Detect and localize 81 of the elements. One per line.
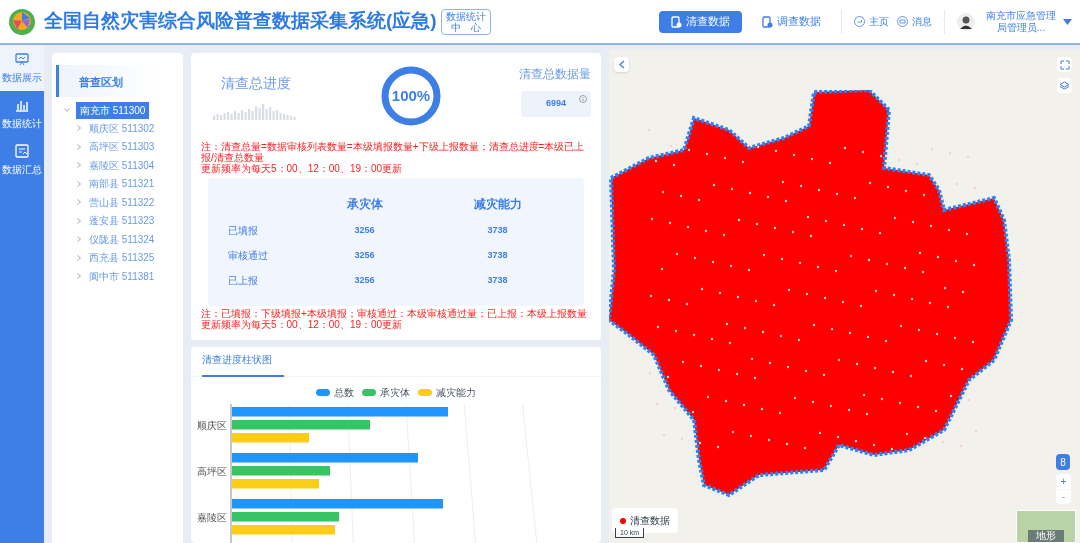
fullscreen-button[interactable]	[1057, 57, 1072, 72]
axis-label: 嘉陵区	[197, 512, 227, 523]
tree-item[interactable]: 嘉陵区 511304	[89, 157, 155, 173]
progress-ring	[380, 65, 442, 127]
tree-item[interactable]: 蓬安县 511323	[89, 213, 155, 229]
legend-label: 减灾能力	[436, 386, 476, 400]
progress-title: 清查总进度	[221, 74, 291, 93]
home-link[interactable]: 主页	[854, 14, 889, 29]
column-header: 承灾体	[345, 196, 384, 213]
home-icon	[854, 16, 865, 27]
avatar-icon[interactable]	[957, 12, 975, 31]
progress-value: 100%	[391, 85, 431, 106]
tree-item[interactable]: 南充市 511300	[76, 101, 150, 119]
legend-label: 总数	[334, 386, 354, 400]
legend-label: 承灾体	[380, 386, 410, 400]
row-label: 已上报	[228, 274, 259, 288]
note-text: 更新频率为每天5：00、12：00、19：00更新	[201, 163, 404, 174]
logo-icon	[8, 7, 36, 36]
axis-label: 顺庆区	[197, 420, 227, 431]
tree-item[interactable]: 高坪区 511303	[89, 139, 155, 155]
count-badge: 8	[1056, 454, 1070, 470]
chevron-right-icon[interactable]	[76, 180, 82, 187]
zoom-out-button[interactable]: -	[1056, 489, 1071, 504]
tree-item[interactable]: 顺庆区 511302	[89, 120, 155, 136]
tree-item[interactable]: 阆中市 511381	[89, 268, 155, 284]
clipboard-icon	[671, 15, 682, 28]
messages-link[interactable]: 消息	[897, 14, 932, 29]
chevron-right-icon[interactable]	[76, 143, 82, 150]
sidebar-item[interactable]: 数据汇总	[0, 137, 44, 183]
chevron-right-icon[interactable]	[76, 162, 82, 169]
row-label: 审核通过	[228, 249, 269, 263]
mail-icon	[897, 16, 908, 27]
total-value: 6994	[546, 97, 566, 111]
info-icon[interactable]	[579, 95, 587, 103]
tree-item[interactable]: 营山县 511322	[89, 194, 155, 210]
zoom-in-button[interactable]: +	[1056, 474, 1071, 489]
sidebar-item[interactable]: 数据展示	[0, 45, 44, 91]
nav-tab[interactable]: 清查数据	[659, 10, 742, 33]
total-title: 清查总数据量	[519, 66, 591, 83]
layers-button[interactable]	[1057, 78, 1072, 93]
sidebar-item[interactable]: 数据统计	[0, 91, 44, 137]
minimap[interactable]: 地形	[1016, 510, 1076, 543]
caret-icon[interactable]	[1063, 18, 1072, 25]
user-name[interactable]: 南充市应急管理局管理员...	[983, 9, 1059, 34]
chevron-left-icon	[618, 60, 625, 69]
expand-icon	[1059, 59, 1070, 70]
app-title: 全国自然灾害综合风险普查数据采集系统(应急)	[44, 9, 437, 34]
note-text: 注：已填报：下级填报+本级填报；审核通过：本级审核通过量；已上报：本级上报数量	[201, 308, 588, 319]
chevron-right-icon[interactable]	[76, 125, 82, 132]
nav-tab[interactable]: 调查数据	[754, 10, 829, 33]
row-label: 已填报	[228, 224, 259, 238]
chevron-right-icon[interactable]	[76, 273, 82, 280]
table-cell-text: 3738	[486, 273, 509, 287]
table-cell-text: 3738	[486, 223, 509, 237]
stats-center-badge: 数据统计 中 心	[440, 8, 491, 35]
chart-tab[interactable]: 清查进度柱状图	[202, 352, 284, 377]
document-icon	[762, 15, 773, 28]
report-icon	[15, 143, 29, 158]
tree-item[interactable]: 南部县 511321	[89, 176, 155, 192]
monitor-icon	[15, 51, 29, 66]
legend-label: 清查数据	[630, 514, 670, 528]
column-header: 减灾能力	[472, 196, 523, 213]
chevron-right-icon[interactable]	[76, 254, 82, 261]
chevron-right-icon[interactable]	[76, 236, 82, 243]
table-cell-text: 3256	[353, 223, 376, 237]
note-text: 更新频率为每天5：00、12：00、19：00更新	[201, 319, 404, 330]
tree-item[interactable]: 西充县 511325	[89, 250, 155, 266]
tree-item[interactable]: 仪陇县 511324	[89, 231, 155, 247]
axis-label: 高坪区	[197, 466, 227, 477]
table-cell-text: 3256	[353, 273, 376, 287]
dot-icon	[620, 517, 626, 524]
chevron-down-icon[interactable]	[64, 107, 70, 113]
table-cell-text: 3256	[353, 248, 376, 262]
layers-icon	[1059, 80, 1070, 91]
tree-title: 普查区划	[79, 76, 123, 88]
back-button[interactable]	[614, 57, 629, 72]
table-cell-text: 3738	[486, 248, 509, 262]
chevron-right-icon[interactable]	[76, 217, 82, 224]
chevron-right-icon[interactable]	[76, 199, 82, 206]
note-text: 注：清查总量=数据审核列表数量=本级填报数量+下级上报数量；清查总进度=本级已上报/清查总数量	[201, 141, 586, 163]
minimap-label: 地形	[1028, 530, 1064, 542]
